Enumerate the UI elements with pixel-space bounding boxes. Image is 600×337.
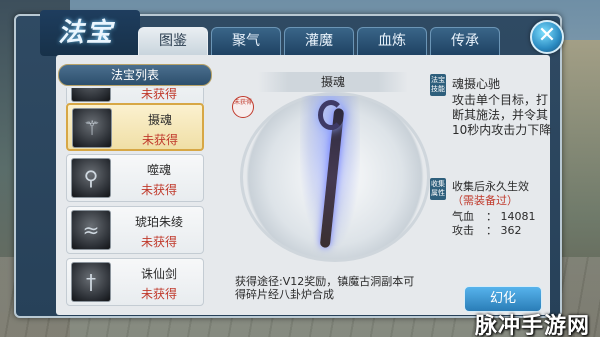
tab-blood-refine[interactable]: 血炼 [357,27,427,55]
list-item-selected[interactable]: ⚚ 摄魂 未获得 [66,103,204,151]
item-name: 摄魂 [147,113,172,127]
staff-icon: ⚚ [72,108,112,148]
treasure-list[interactable]: ✦ 未获得 ⚚ 摄魂 未获得 ⚲ 噬魂 未获得 ≈ 琥珀朱绫 未获得 † 诛仙剑… [66,88,204,310]
panel-title: 法宝 [58,18,115,48]
stat-value: 362 [500,224,522,237]
item-status: 未获得 [140,88,177,101]
tab-codex[interactable]: 图鉴 [138,27,208,55]
silk-icon: ≈ [71,210,111,250]
treasure-icon: ✦ [71,88,111,102]
weapon-name: 摄魂 [258,72,408,92]
stat-row-attack: 攻击： 362 [452,224,522,237]
tab-inherit[interactable]: 传承 [430,27,500,55]
list-item[interactable]: ≈ 琥珀朱绫 未获得 [66,206,204,254]
list-item[interactable]: † 诛仙剑 未获得 [66,258,204,306]
list-item[interactable]: ⚲ 噬魂 未获得 [66,154,204,202]
tab-bar: 图鉴 聚气 灌魔 血炼 传承 [138,27,500,57]
item-status: 未获得 [141,133,178,147]
tab-gather-qi[interactable]: 聚气 [211,27,281,55]
skill-tag: 法宝技能 [430,74,446,96]
skill-description: 攻击单个目标，打断其施法，并令其10秒内攻击力下降 [452,93,552,137]
item-name: 噬魂 [146,163,171,177]
collect-tag: 收集属性 [430,178,446,200]
tab-infuse[interactable]: 灌魔 [284,27,354,55]
staff-head [318,100,344,130]
close-button[interactable]: ✕ [530,20,564,54]
stat-label: 攻击 [452,224,474,237]
item-status: 未获得 [140,183,177,197]
staff-icon: ⚲ [71,158,111,198]
item-status: 未获得 [140,235,177,249]
site-watermark: 脉冲手游网 [475,314,591,337]
close-icon: ✕ [537,23,557,48]
item-name: 诛仙剑 [140,267,177,281]
list-header: 法宝列表 [58,64,212,86]
sword-icon: † [71,262,111,302]
collect-note: （需装备过） [452,194,518,207]
acquire-method: 获得途径:V12奖励，镇魔古洞副本可得碎片经八卦炉合成 [235,275,415,301]
item-status: 未获得 [140,287,177,301]
not-owned-seal-icon: 未获得 [232,96,254,118]
skill-name: 魂摄心驰 [452,77,501,91]
item-name: 琥珀朱绫 [134,215,183,229]
